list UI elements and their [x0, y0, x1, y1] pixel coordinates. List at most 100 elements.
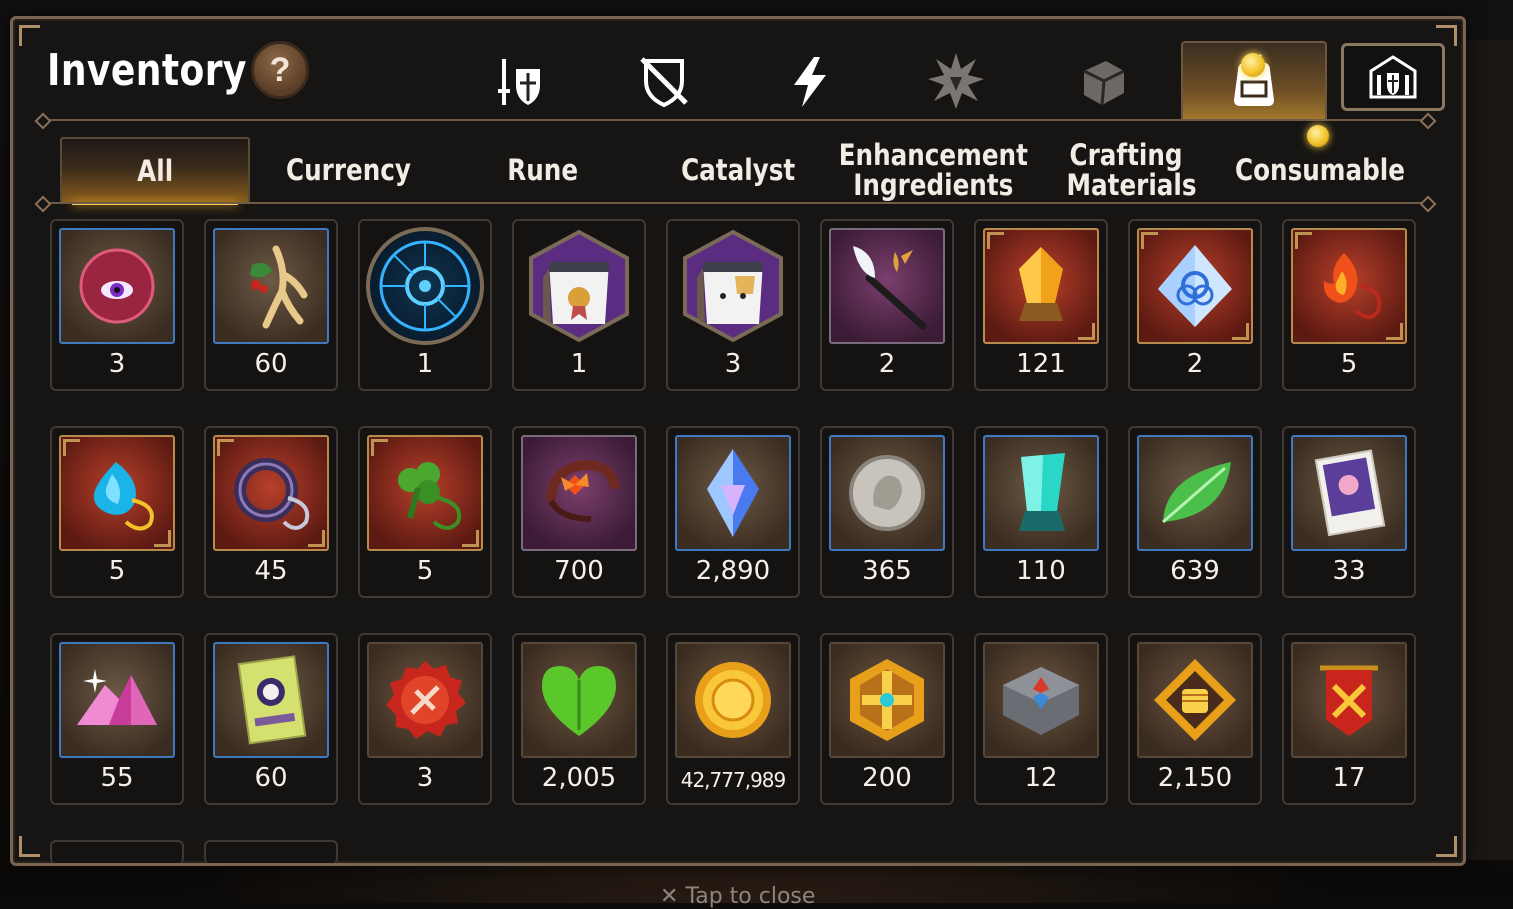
- item-count: 639: [1170, 556, 1220, 586]
- crossed-shield-icon: [640, 57, 688, 108]
- item-tile: [1291, 435, 1407, 551]
- item-slot[interactable]: 3: [50, 219, 184, 391]
- item-tile: [675, 435, 791, 551]
- item-slot[interactable]: 2,150: [1128, 633, 1262, 805]
- pink-crystal-pile-icon: [77, 669, 157, 725]
- item-tile: [59, 228, 175, 344]
- tab-catalyst-label: Catalyst: [680, 153, 796, 187]
- tab-equipment[interactable]: [453, 41, 583, 121]
- item-slot[interactable]: 3: [666, 219, 800, 391]
- item-slot[interactable]: 1: [358, 219, 492, 391]
- inventory-panel: Inventory ? All Currency Rune Catalyst E…: [10, 16, 1466, 866]
- item-tile: [829, 642, 945, 758]
- item-slot[interactable]: 17: [1282, 633, 1416, 805]
- item-slot[interactable]: 2,005: [512, 633, 646, 805]
- red-badge-icon: [386, 661, 466, 739]
- item-tile: [521, 228, 637, 344]
- item-count: 60: [254, 763, 288, 793]
- tab-currency-label: Currency: [285, 153, 411, 187]
- item-slot[interactable]: 5: [50, 426, 184, 598]
- item-count: 5: [416, 556, 434, 586]
- tab-rune-label: Rune: [507, 153, 579, 187]
- item-count: 110: [1016, 556, 1066, 586]
- item-count: 3: [724, 349, 742, 379]
- item-count: 700: [554, 556, 604, 586]
- tap-to-close-hint[interactable]: ✕ Tap to close: [660, 884, 815, 909]
- tab-currency[interactable]: Currency: [253, 137, 443, 203]
- green-card-icon: [237, 655, 307, 745]
- item-slot[interactable]: 55: [50, 633, 184, 805]
- item-count: 42,777,989: [680, 768, 787, 792]
- tab-enhancement-ingredients[interactable]: Enhancement Ingredients: [835, 137, 1031, 203]
- item-tile: [521, 642, 637, 758]
- filter-divider: [43, 202, 1428, 204]
- item-slot[interactable]: 365: [820, 426, 954, 598]
- item-slot-partial[interactable]: [204, 840, 338, 863]
- tab-emblem[interactable]: [891, 41, 1021, 121]
- item-tile: [367, 642, 483, 758]
- item-slot[interactable]: 121: [974, 219, 1108, 391]
- help-label: ?: [269, 50, 291, 89]
- item-tile: [1291, 642, 1407, 758]
- item-slot[interactable]: 33: [1282, 426, 1416, 598]
- feather-wand-icon: [853, 246, 927, 330]
- item-count: 1: [570, 349, 588, 379]
- item-slot[interactable]: 2: [820, 219, 954, 391]
- item-slot[interactable]: 42,777,989: [666, 633, 800, 805]
- item-tile: [983, 228, 1099, 344]
- tab-consumable-label: Consumable: [1235, 153, 1405, 187]
- item-count: 12: [1024, 763, 1058, 793]
- item-slot[interactable]: 110: [974, 426, 1108, 598]
- red-banner-icon: [1320, 665, 1378, 736]
- triquetra-crystal-icon: [1158, 245, 1232, 327]
- tab-crafting-materials[interactable]: Crafting Materials: [1031, 137, 1221, 203]
- item-slot[interactable]: 60: [204, 633, 338, 805]
- green-heart-icon: [542, 666, 616, 736]
- item-slot[interactable]: 3: [358, 633, 492, 805]
- item-slot[interactable]: 639: [1128, 426, 1262, 598]
- flame-pendant-icon: [1323, 253, 1382, 319]
- tab-all-label: All: [137, 154, 173, 188]
- item-count: 200: [862, 763, 912, 793]
- item-slot[interactable]: 12: [974, 633, 1108, 805]
- blue-gem-icon: [707, 449, 759, 537]
- help-button[interactable]: ?: [251, 41, 309, 99]
- item-tile: [829, 228, 945, 344]
- item-count: 2,005: [541, 763, 617, 793]
- item-slot[interactable]: 700: [512, 426, 646, 598]
- tab-rune[interactable]: Rune: [448, 137, 638, 203]
- chevron-down-icon: ✕: [660, 884, 679, 909]
- item-slot[interactable]: 5: [358, 426, 492, 598]
- item-count: 5: [1340, 349, 1358, 379]
- notification-dot: [1307, 125, 1329, 147]
- gold-sun-coin-icon: [695, 662, 771, 738]
- burst-emblem-icon: [928, 53, 984, 109]
- tab-materials[interactable]: [1037, 41, 1167, 121]
- frame-corner: [1436, 836, 1457, 857]
- blue-rune-circle-icon: [379, 240, 471, 332]
- item-tile: [521, 435, 637, 551]
- item-slot-partial[interactable]: [50, 840, 184, 863]
- tab-catalyst[interactable]: Catalyst: [643, 137, 833, 203]
- item-slot[interactable]: 2: [1128, 219, 1262, 391]
- water-drop-pendant-icon: [93, 462, 154, 531]
- item-tile: [1137, 642, 1253, 758]
- item-tile: [1291, 228, 1407, 344]
- item-slot[interactable]: 200: [820, 633, 954, 805]
- tab-all[interactable]: All: [60, 137, 250, 205]
- tab-consumable[interactable]: Consumable: [1225, 137, 1415, 203]
- tab-guild[interactable]: [1341, 43, 1445, 111]
- item-tile: [59, 435, 175, 551]
- item-count: 121: [1016, 349, 1066, 379]
- item-tile: [983, 435, 1099, 551]
- item-slot[interactable]: 45: [204, 426, 338, 598]
- item-slot[interactable]: 2,890: [666, 426, 800, 598]
- tab-artifact[interactable]: [599, 41, 729, 121]
- guild-castle-icon: [1369, 55, 1417, 99]
- item-slot[interactable]: 60: [204, 219, 338, 391]
- pet-food-pack-icon: [683, 229, 783, 343]
- item-tile: [675, 228, 791, 344]
- tab-skill[interactable]: [745, 41, 875, 121]
- item-slot[interactable]: 1: [512, 219, 646, 391]
- item-slot[interactable]: 5: [1282, 219, 1416, 391]
